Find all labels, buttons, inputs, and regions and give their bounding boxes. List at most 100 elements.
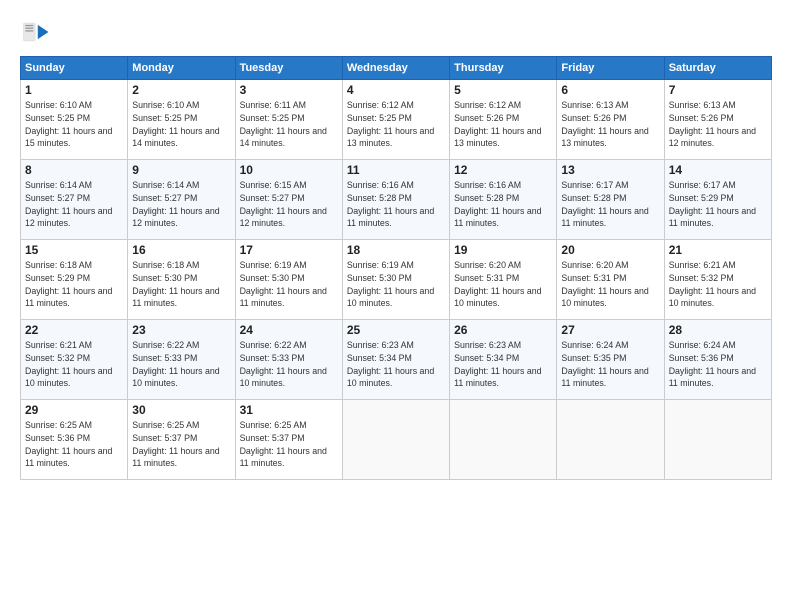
calendar-cell: 12 Sunrise: 6:16 AM Sunset: 5:28 PM Dayl… — [450, 160, 557, 240]
day-number: 16 — [132, 243, 230, 257]
calendar-cell: 4 Sunrise: 6:12 AM Sunset: 5:25 PM Dayli… — [342, 80, 449, 160]
day-info: Sunrise: 6:17 AM Sunset: 5:29 PM Dayligh… — [669, 179, 767, 230]
day-info: Sunrise: 6:25 AM Sunset: 5:37 PM Dayligh… — [240, 419, 338, 470]
day-number: 27 — [561, 323, 659, 337]
calendar-cell: 13 Sunrise: 6:17 AM Sunset: 5:28 PM Dayl… — [557, 160, 664, 240]
calendar-cell: 24 Sunrise: 6:22 AM Sunset: 5:33 PM Dayl… — [235, 320, 342, 400]
day-info: Sunrise: 6:16 AM Sunset: 5:28 PM Dayligh… — [454, 179, 552, 230]
col-header-saturday: Saturday — [664, 57, 771, 80]
logo-icon — [20, 16, 52, 48]
calendar-week-row: 29 Sunrise: 6:25 AM Sunset: 5:36 PM Dayl… — [21, 400, 772, 480]
calendar-cell: 15 Sunrise: 6:18 AM Sunset: 5:29 PM Dayl… — [21, 240, 128, 320]
calendar-cell: 23 Sunrise: 6:22 AM Sunset: 5:33 PM Dayl… — [128, 320, 235, 400]
calendar-cell: 29 Sunrise: 6:25 AM Sunset: 5:36 PM Dayl… — [21, 400, 128, 480]
calendar-cell: 8 Sunrise: 6:14 AM Sunset: 5:27 PM Dayli… — [21, 160, 128, 240]
page: SundayMondayTuesdayWednesdayThursdayFrid… — [0, 0, 792, 612]
calendar-cell: 28 Sunrise: 6:24 AM Sunset: 5:36 PM Dayl… — [664, 320, 771, 400]
day-info: Sunrise: 6:18 AM Sunset: 5:29 PM Dayligh… — [25, 259, 123, 310]
calendar-table: SundayMondayTuesdayWednesdayThursdayFrid… — [20, 56, 772, 480]
calendar-cell: 9 Sunrise: 6:14 AM Sunset: 5:27 PM Dayli… — [128, 160, 235, 240]
day-info: Sunrise: 6:13 AM Sunset: 5:26 PM Dayligh… — [669, 99, 767, 150]
day-number: 4 — [347, 83, 445, 97]
day-number: 29 — [25, 403, 123, 417]
calendar-cell — [450, 400, 557, 480]
calendar-cell — [342, 400, 449, 480]
day-info: Sunrise: 6:10 AM Sunset: 5:25 PM Dayligh… — [132, 99, 230, 150]
day-number: 9 — [132, 163, 230, 177]
day-number: 8 — [25, 163, 123, 177]
day-info: Sunrise: 6:25 AM Sunset: 5:37 PM Dayligh… — [132, 419, 230, 470]
calendar-cell: 2 Sunrise: 6:10 AM Sunset: 5:25 PM Dayli… — [128, 80, 235, 160]
calendar-cell: 10 Sunrise: 6:15 AM Sunset: 5:27 PM Dayl… — [235, 160, 342, 240]
day-number: 23 — [132, 323, 230, 337]
day-info: Sunrise: 6:19 AM Sunset: 5:30 PM Dayligh… — [347, 259, 445, 310]
day-number: 11 — [347, 163, 445, 177]
day-info: Sunrise: 6:12 AM Sunset: 5:26 PM Dayligh… — [454, 99, 552, 150]
day-number: 5 — [454, 83, 552, 97]
calendar-cell: 14 Sunrise: 6:17 AM Sunset: 5:29 PM Dayl… — [664, 160, 771, 240]
logo — [20, 16, 56, 48]
day-info: Sunrise: 6:18 AM Sunset: 5:30 PM Dayligh… — [132, 259, 230, 310]
col-header-thursday: Thursday — [450, 57, 557, 80]
col-header-tuesday: Tuesday — [235, 57, 342, 80]
day-info: Sunrise: 6:13 AM Sunset: 5:26 PM Dayligh… — [561, 99, 659, 150]
day-info: Sunrise: 6:23 AM Sunset: 5:34 PM Dayligh… — [454, 339, 552, 390]
day-info: Sunrise: 6:17 AM Sunset: 5:28 PM Dayligh… — [561, 179, 659, 230]
calendar-cell: 30 Sunrise: 6:25 AM Sunset: 5:37 PM Dayl… — [128, 400, 235, 480]
calendar-cell: 22 Sunrise: 6:21 AM Sunset: 5:32 PM Dayl… — [21, 320, 128, 400]
day-number: 31 — [240, 403, 338, 417]
day-number: 18 — [347, 243, 445, 257]
calendar-cell: 17 Sunrise: 6:19 AM Sunset: 5:30 PM Dayl… — [235, 240, 342, 320]
col-header-wednesday: Wednesday — [342, 57, 449, 80]
calendar-cell: 31 Sunrise: 6:25 AM Sunset: 5:37 PM Dayl… — [235, 400, 342, 480]
day-number: 17 — [240, 243, 338, 257]
calendar-cell: 11 Sunrise: 6:16 AM Sunset: 5:28 PM Dayl… — [342, 160, 449, 240]
calendar-cell: 25 Sunrise: 6:23 AM Sunset: 5:34 PM Dayl… — [342, 320, 449, 400]
calendar-cell: 19 Sunrise: 6:20 AM Sunset: 5:31 PM Dayl… — [450, 240, 557, 320]
calendar-week-row: 8 Sunrise: 6:14 AM Sunset: 5:27 PM Dayli… — [21, 160, 772, 240]
day-number: 15 — [25, 243, 123, 257]
calendar-cell — [664, 400, 771, 480]
col-header-monday: Monday — [128, 57, 235, 80]
day-info: Sunrise: 6:16 AM Sunset: 5:28 PM Dayligh… — [347, 179, 445, 230]
day-info: Sunrise: 6:15 AM Sunset: 5:27 PM Dayligh… — [240, 179, 338, 230]
header — [20, 16, 772, 48]
day-info: Sunrise: 6:22 AM Sunset: 5:33 PM Dayligh… — [240, 339, 338, 390]
day-info: Sunrise: 6:14 AM Sunset: 5:27 PM Dayligh… — [132, 179, 230, 230]
calendar-cell — [557, 400, 664, 480]
col-header-sunday: Sunday — [21, 57, 128, 80]
day-number: 13 — [561, 163, 659, 177]
day-number: 19 — [454, 243, 552, 257]
day-info: Sunrise: 6:21 AM Sunset: 5:32 PM Dayligh… — [25, 339, 123, 390]
calendar-cell: 26 Sunrise: 6:23 AM Sunset: 5:34 PM Dayl… — [450, 320, 557, 400]
calendar-cell: 1 Sunrise: 6:10 AM Sunset: 5:25 PM Dayli… — [21, 80, 128, 160]
calendar-cell: 27 Sunrise: 6:24 AM Sunset: 5:35 PM Dayl… — [557, 320, 664, 400]
day-number: 20 — [561, 243, 659, 257]
calendar-week-row: 1 Sunrise: 6:10 AM Sunset: 5:25 PM Dayli… — [21, 80, 772, 160]
day-info: Sunrise: 6:19 AM Sunset: 5:30 PM Dayligh… — [240, 259, 338, 310]
day-info: Sunrise: 6:24 AM Sunset: 5:36 PM Dayligh… — [669, 339, 767, 390]
col-header-friday: Friday — [557, 57, 664, 80]
day-info: Sunrise: 6:14 AM Sunset: 5:27 PM Dayligh… — [25, 179, 123, 230]
calendar-cell: 18 Sunrise: 6:19 AM Sunset: 5:30 PM Dayl… — [342, 240, 449, 320]
day-info: Sunrise: 6:25 AM Sunset: 5:36 PM Dayligh… — [25, 419, 123, 470]
day-info: Sunrise: 6:24 AM Sunset: 5:35 PM Dayligh… — [561, 339, 659, 390]
day-number: 14 — [669, 163, 767, 177]
day-number: 3 — [240, 83, 338, 97]
day-number: 12 — [454, 163, 552, 177]
calendar-week-row: 15 Sunrise: 6:18 AM Sunset: 5:29 PM Dayl… — [21, 240, 772, 320]
day-number: 1 — [25, 83, 123, 97]
day-number: 21 — [669, 243, 767, 257]
day-info: Sunrise: 6:10 AM Sunset: 5:25 PM Dayligh… — [25, 99, 123, 150]
day-number: 2 — [132, 83, 230, 97]
day-info: Sunrise: 6:21 AM Sunset: 5:32 PM Dayligh… — [669, 259, 767, 310]
day-number: 10 — [240, 163, 338, 177]
calendar-cell: 21 Sunrise: 6:21 AM Sunset: 5:32 PM Dayl… — [664, 240, 771, 320]
day-info: Sunrise: 6:22 AM Sunset: 5:33 PM Dayligh… — [132, 339, 230, 390]
calendar-header-row: SundayMondayTuesdayWednesdayThursdayFrid… — [21, 57, 772, 80]
day-number: 7 — [669, 83, 767, 97]
calendar-cell: 3 Sunrise: 6:11 AM Sunset: 5:25 PM Dayli… — [235, 80, 342, 160]
day-number: 22 — [25, 323, 123, 337]
calendar-cell: 7 Sunrise: 6:13 AM Sunset: 5:26 PM Dayli… — [664, 80, 771, 160]
day-number: 6 — [561, 83, 659, 97]
